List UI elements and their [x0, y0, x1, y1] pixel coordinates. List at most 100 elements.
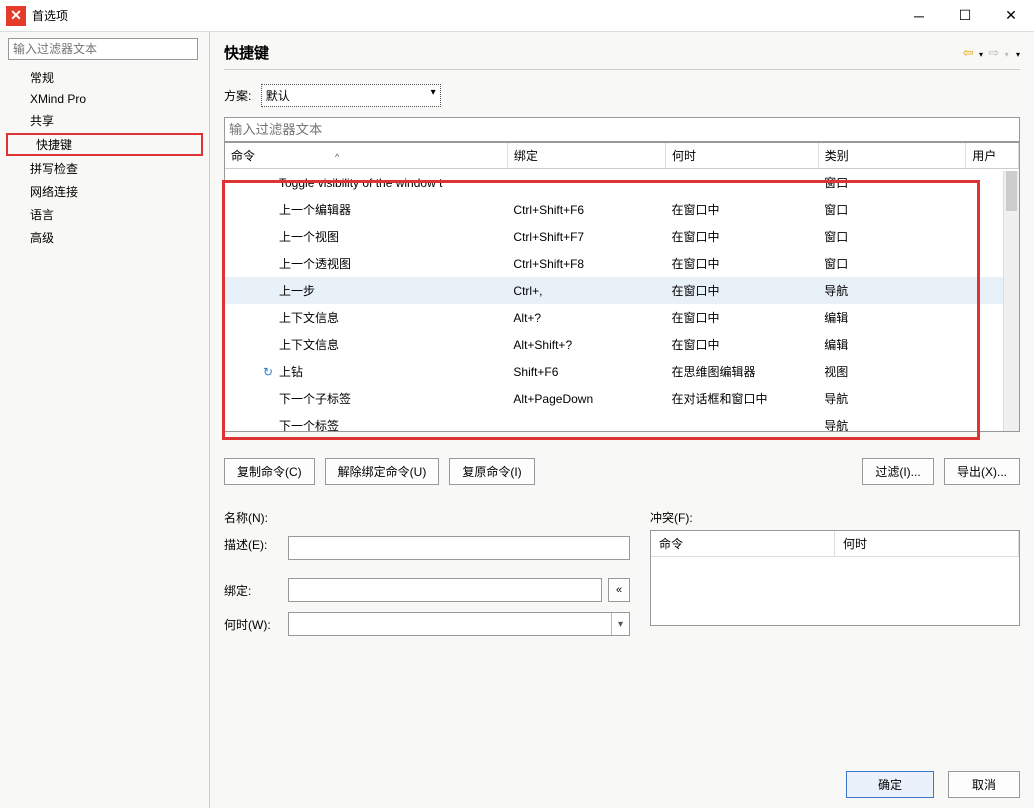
- cmd-cell: Toggle visibility of the window t: [279, 176, 442, 190]
- when-cell: 在窗口中: [665, 304, 818, 331]
- copy-command-button[interactable]: 复制命令(C): [224, 458, 315, 485]
- table-row[interactable]: 上一个透视图Ctrl+Shift+F8在窗口中窗口: [225, 250, 1019, 277]
- sidebar-filter-input[interactable]: [8, 38, 198, 60]
- sidebar-item-1[interactable]: XMind Pro: [0, 89, 209, 109]
- back-dropdown-icon[interactable]: ▾: [979, 50, 983, 59]
- cat-cell: 窗口: [818, 169, 966, 197]
- export-button[interactable]: 导出(X)...: [944, 458, 1020, 485]
- table-row[interactable]: 下一个标签导航: [225, 412, 1019, 432]
- description-field[interactable]: [288, 536, 630, 560]
- conflict-label: 冲突(F):: [650, 509, 1020, 526]
- when-cell: 在对话框和窗口中: [665, 385, 818, 412]
- titlebar: ✕ 首选项 ─ ☐ ✕: [0, 0, 1034, 32]
- cmd-cell: 下一个标签: [279, 419, 339, 432]
- table-row[interactable]: 上一个编辑器Ctrl+Shift+F6在窗口中窗口: [225, 196, 1019, 223]
- restore-command-button[interactable]: 复原命令(I): [449, 458, 534, 485]
- col-user[interactable]: 用户: [966, 143, 1019, 169]
- cmd-cell: 上下文信息: [279, 311, 339, 325]
- sort-caret-icon: ^: [335, 152, 339, 162]
- cancel-button[interactable]: 取消: [948, 771, 1020, 798]
- cmd-cell: 上一个视图: [279, 230, 339, 244]
- menu-dropdown-icon[interactable]: ▾: [1016, 50, 1020, 59]
- forward-arrow-icon[interactable]: ⇨: [988, 45, 999, 60]
- back-arrow-icon[interactable]: ⇦: [963, 45, 974, 60]
- scrollbar-thumb[interactable]: [1006, 171, 1017, 211]
- filter-button[interactable]: 过滤(I)...: [862, 458, 934, 485]
- commands-table-wrap: 命令^ 绑定 何时 类别 用户 Toggle visibility of the…: [224, 142, 1020, 432]
- table-row[interactable]: 下一个子标签 Alt+PageDown在对话框和窗口中导航: [225, 385, 1019, 412]
- binding-field[interactable]: [288, 578, 602, 602]
- table-row[interactable]: 上下文信息Alt+Shift+?在窗口中编辑: [225, 331, 1019, 358]
- sidebar: 常规XMind Pro共享快捷键拼写检查网络连接语言高级: [0, 32, 210, 808]
- cmd-cell: 下一个子标签: [279, 392, 351, 406]
- col-when[interactable]: 何时: [665, 143, 818, 169]
- chevron-down-icon: ▾: [431, 87, 436, 98]
- desc-label: 描述(E):: [224, 536, 288, 553]
- cat-cell: 视图: [818, 358, 966, 385]
- chevron-down-icon: ▾: [611, 613, 629, 635]
- forward-dropdown-icon[interactable]: ▾: [1005, 50, 1009, 59]
- maximize-button[interactable]: ☐: [942, 0, 988, 32]
- page-title: 快捷键: [224, 42, 269, 63]
- app-icon: ✕: [6, 6, 26, 26]
- unbind-command-button[interactable]: 解除绑定命令(U): [325, 458, 440, 485]
- col-category[interactable]: 类别: [818, 143, 966, 169]
- scheme-select[interactable]: 默认 ▾: [261, 84, 441, 107]
- commands-table: 命令^ 绑定 何时 类别 用户 Toggle visibility of the…: [225, 143, 1019, 432]
- when-cell: 在窗口中: [665, 223, 818, 250]
- bind-cell: Alt+Shift+?: [507, 331, 665, 358]
- name-label: 名称(N):: [224, 509, 288, 526]
- sidebar-item-7[interactable]: 高级: [0, 226, 209, 249]
- refresh-icon: ↻: [263, 365, 275, 379]
- table-row[interactable]: Toggle visibility of the window t 窗口: [225, 169, 1019, 197]
- bind-cell: Alt+?: [507, 304, 665, 331]
- sidebar-item-2[interactable]: 共享: [0, 109, 209, 132]
- cmd-cell: 上钻: [279, 365, 303, 379]
- when-cell: 在窗口中: [665, 277, 818, 304]
- col-binding[interactable]: 绑定: [507, 143, 665, 169]
- bind-cell: Ctrl+Shift+F7: [507, 223, 665, 250]
- cat-cell: 编辑: [818, 304, 966, 331]
- cat-cell: 窗口: [818, 196, 966, 223]
- main-panel: 快捷键 ⇦ ▾ ⇨ ▾ ▾ 方案: 默认 ▾: [210, 32, 1034, 808]
- ok-button[interactable]: 确定: [846, 771, 934, 798]
- cat-cell: 编辑: [818, 331, 966, 358]
- col-command[interactable]: 命令^: [225, 143, 507, 169]
- cat-cell: 导航: [818, 277, 966, 304]
- bind-cell: Ctrl+Shift+F6: [507, 196, 665, 223]
- cmd-cell: 上一步: [279, 284, 315, 298]
- bind-cell: [507, 169, 665, 197]
- conflict-col-when[interactable]: 何时: [835, 531, 1019, 556]
- when-cell: 在窗口中: [665, 196, 818, 223]
- conflict-col-command[interactable]: 命令: [651, 531, 835, 556]
- bind-cell: Alt+PageDown: [507, 385, 665, 412]
- close-button[interactable]: ✕: [988, 0, 1034, 32]
- when-cell: [665, 412, 818, 432]
- cat-cell: 窗口: [818, 223, 966, 250]
- binding-clear-button[interactable]: «: [608, 578, 630, 602]
- binding-label: 绑定:: [224, 582, 288, 599]
- bind-cell: Shift+F6: [507, 358, 665, 385]
- cat-cell: 导航: [818, 385, 966, 412]
- minimize-button[interactable]: ─: [896, 0, 942, 32]
- sidebar-item-5[interactable]: 网络连接: [0, 180, 209, 203]
- scheme-label: 方案:: [224, 89, 251, 103]
- table-row[interactable]: 上一步 Ctrl+,在窗口中导航: [225, 277, 1019, 304]
- when-cell: 在思维图编辑器: [665, 358, 818, 385]
- bind-cell: Ctrl+,: [507, 277, 665, 304]
- table-row[interactable]: 上一个视图 Ctrl+Shift+F7在窗口中窗口: [225, 223, 1019, 250]
- sidebar-item-6[interactable]: 语言: [0, 203, 209, 226]
- when-combo[interactable]: ▾: [288, 612, 630, 636]
- when-cell: 在窗口中: [665, 250, 818, 277]
- table-row[interactable]: 上下文信息 Alt+?在窗口中编辑: [225, 304, 1019, 331]
- table-filter-input[interactable]: [224, 117, 1020, 142]
- when-label: 何时(W):: [224, 616, 288, 633]
- sidebar-item-4[interactable]: 拼写检查: [0, 157, 209, 180]
- cmd-cell: 上下文信息: [279, 338, 339, 352]
- nav-arrows: ⇦ ▾ ⇨ ▾ ▾: [961, 45, 1020, 61]
- when-cell: [665, 169, 818, 197]
- table-row[interactable]: ↻ 上钻 Shift+F6在思维图编辑器视图: [225, 358, 1019, 385]
- table-scrollbar[interactable]: [1003, 171, 1019, 431]
- sidebar-item-3[interactable]: 快捷键: [6, 133, 203, 156]
- sidebar-item-0[interactable]: 常规: [0, 66, 209, 89]
